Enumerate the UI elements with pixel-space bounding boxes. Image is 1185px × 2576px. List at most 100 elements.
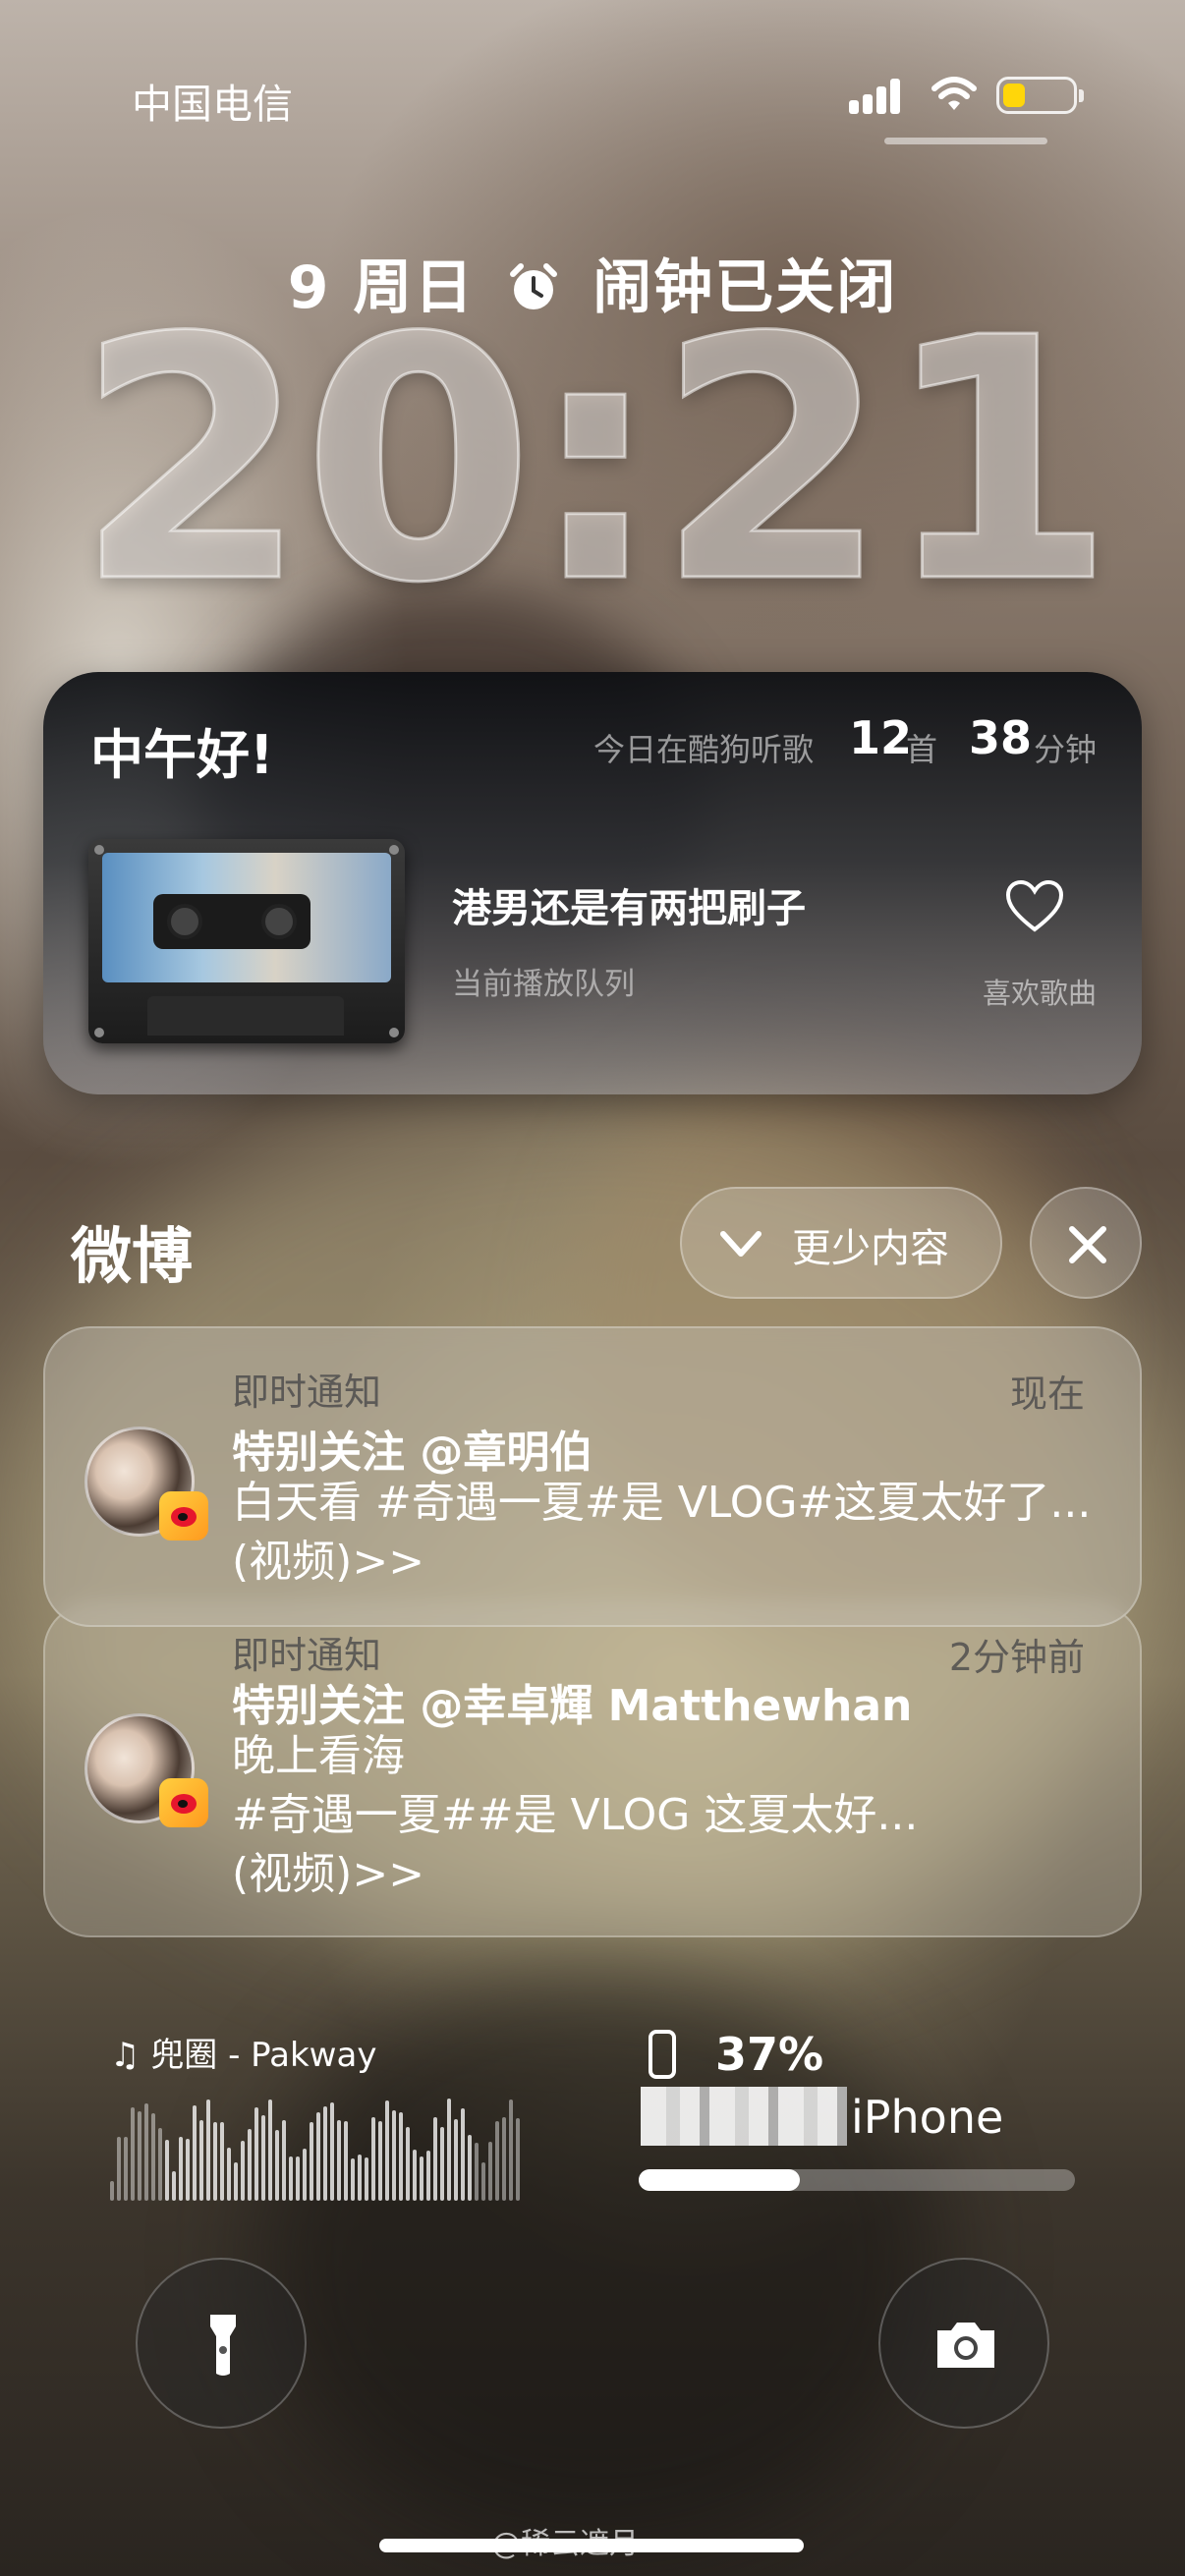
now-playing-text: 兜圈 - Pakway: [150, 2036, 377, 2075]
lockscreen-clock: 20:21: [74, 267, 1116, 656]
waveform-bar: [186, 2139, 190, 2201]
waveform-bar: [495, 2120, 499, 2201]
waveform-bar: [481, 2162, 485, 2201]
notification-title: 特别关注 @幸卓輝 Matthewhan: [232, 1681, 913, 1731]
battery-percent: 37%: [715, 2028, 824, 2081]
queue-label[interactable]: 当前播放队列: [452, 959, 635, 1003]
minutes-unit: 分钟: [1034, 731, 1098, 768]
waveform-bar: [447, 2098, 451, 2201]
waveform-bar: [516, 2117, 520, 2201]
control-center-grabber[interactable]: [884, 138, 1047, 144]
waveform-bar: [172, 2170, 176, 2201]
waveform-bar: [289, 2156, 293, 2201]
notification-body-line2: #奇遇一夏##是 VLOG 这夏太好...: [232, 1790, 919, 1840]
heart-icon[interactable]: [1004, 878, 1065, 933]
like-song-label[interactable]: 喜欢歌曲: [983, 971, 1097, 1012]
waveform-bar: [199, 2120, 203, 2201]
waveform-bar: [193, 2104, 197, 2201]
waveform-bar: [220, 2122, 224, 2201]
waveform-bar: [268, 2099, 272, 2201]
waveform-bar: [337, 2120, 341, 2201]
notification-card[interactable]: 即时通知 2分钟前 特别关注 @幸卓輝 Matthewhan 晚上看海 #奇遇一…: [43, 1603, 1142, 1937]
notification-group-title: 微博: [71, 1220, 194, 1292]
waveform-bar: [399, 2112, 403, 2201]
waveform-bar: [165, 2140, 169, 2201]
cassette-artwork[interactable]: [88, 839, 405, 1043]
waveform-bar: [248, 2129, 252, 2201]
waveform-bar: [282, 2119, 286, 2201]
waveform-bar: [413, 2149, 417, 2201]
waveform-bar: [351, 2157, 355, 2201]
waveform-bar: [254, 2106, 258, 2201]
waveform-bar: [303, 2148, 307, 2201]
iphone-icon: [649, 2030, 676, 2079]
show-less-label: 更少内容: [792, 1226, 949, 1271]
show-less-button[interactable]: 更少内容: [680, 1187, 1002, 1299]
music-note-icon: ♫: [110, 2036, 141, 2075]
today-listening-label: 今日在酷狗听歌: [593, 731, 815, 768]
waveform-bar: [433, 2117, 437, 2201]
waveform-bar: [358, 2155, 362, 2201]
waveform-bar: [261, 2115, 265, 2201]
waveform-bar: [475, 2143, 479, 2201]
waveform-bar: [344, 2121, 348, 2201]
device-name: iPhone: [851, 2091, 1004, 2144]
waveform-bar: [365, 2156, 368, 2201]
notification-time: 现在: [1009, 1372, 1085, 1416]
notification-type: 即时通知: [232, 1371, 382, 1414]
waveform-bar: [420, 2156, 423, 2201]
waveform-bar: [378, 2120, 382, 2201]
waveform-bar: [461, 2107, 465, 2201]
home-indicator[interactable]: [379, 2539, 804, 2552]
close-icon: [1069, 1226, 1106, 1263]
waveform-bar: [138, 2110, 141, 2201]
wifi-icon: [931, 77, 977, 110]
waveform-bar: [316, 2112, 320, 2201]
flashlight-icon: [210, 2315, 236, 2376]
kugou-music-widget[interactable]: 中午好! 今日在酷狗听歌 12 首 38 分钟 港男还是有两把刷子 当前播放队列…: [43, 672, 1142, 1094]
waveform-bar: [502, 2116, 506, 2201]
waveform-bar: [468, 2135, 472, 2201]
flashlight-button[interactable]: [136, 2258, 307, 2429]
camera-button[interactable]: [878, 2258, 1049, 2429]
notification-body: 白天看 #奇遇一夏#是 VLOG#这夏太好了...(视频)>>: [232, 1478, 1092, 1587]
notification-body-line1: 晚上看海: [232, 1731, 405, 1781]
waveform-bar: [206, 2099, 210, 2201]
waveform-bar: [330, 2102, 334, 2201]
weibo-app-icon: [159, 1491, 208, 1540]
waveform-bar: [426, 2150, 430, 2201]
carrier-name: 中国电信: [132, 81, 293, 128]
now-playing[interactable]: ♫ 兜圈 - Pakway: [110, 2028, 376, 2076]
notification-title: 特别关注 @章明伯: [232, 1428, 593, 1478]
minutes-count: 38: [969, 711, 1033, 764]
waveform-bar: [158, 2128, 162, 2201]
audio-waveform: [110, 2083, 533, 2201]
waveform-bar: [213, 2121, 217, 2201]
waveform-bar: [385, 2100, 389, 2201]
clear-notifications-button[interactable]: [1030, 1187, 1142, 1299]
waveform-bar: [241, 2141, 245, 2201]
waveform-bar: [310, 2121, 313, 2201]
battery-level-fill: [639, 2169, 801, 2191]
waveform-bar: [131, 2106, 135, 2201]
waveform-bar: [371, 2117, 375, 2201]
weibo-app-icon: [159, 1778, 208, 1827]
songs-count: 12: [849, 711, 913, 764]
waveform-bar: [227, 2147, 231, 2201]
waveform-bar: [323, 2106, 327, 2201]
waveform-bar: [110, 2181, 114, 2201]
waveform-bar: [275, 2129, 279, 2201]
chevron-down-icon: [720, 1231, 762, 1257]
waveform-bar: [117, 2136, 121, 2201]
waveform-bar: [296, 2156, 300, 2201]
notification-time: 2分钟前: [948, 1636, 1085, 1679]
status-bar: 中国电信: [0, 71, 1185, 130]
waveform-bar: [151, 2112, 155, 2201]
camera-icon: [937, 2323, 994, 2368]
battery-icon: [996, 77, 1084, 114]
songs-unit: 首: [906, 731, 938, 768]
waveform-bar: [179, 2136, 183, 2201]
waveform-bar: [440, 2126, 444, 2201]
song-title[interactable]: 港男还是有两把刷子: [452, 876, 806, 933]
notification-card[interactable]: 即时通知 现在 特别关注 @章明伯 白天看 #奇遇一夏#是 VLOG#这夏太好了…: [43, 1326, 1142, 1627]
